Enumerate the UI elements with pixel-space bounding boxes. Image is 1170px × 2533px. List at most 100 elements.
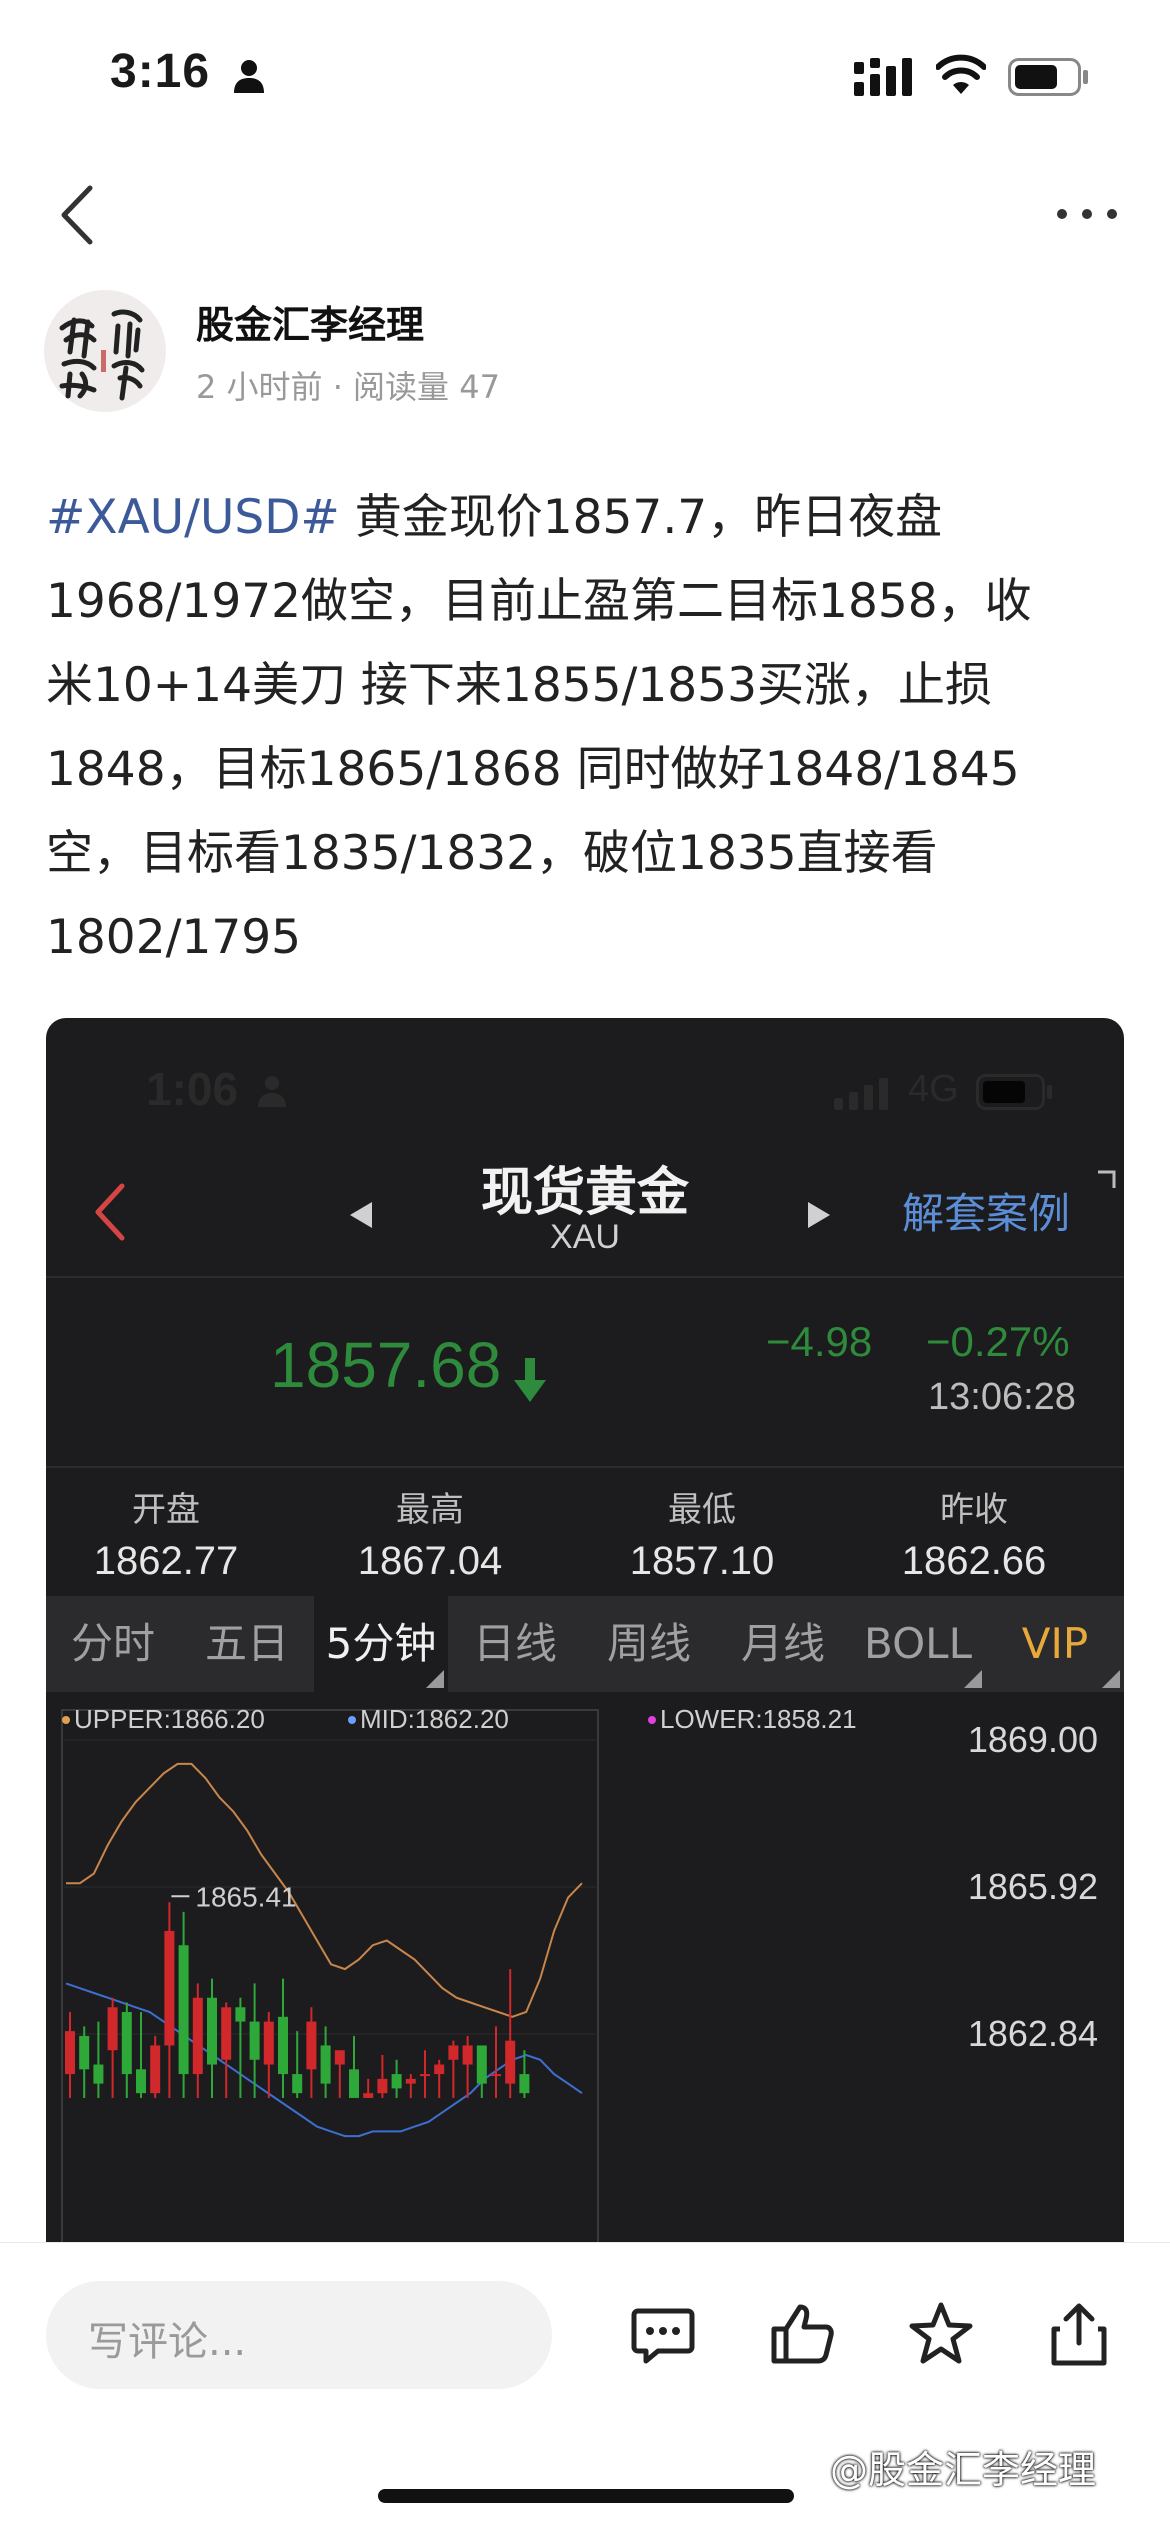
stat-label: 最低 <box>668 1490 736 1530</box>
tab-5min[interactable]: 5分钟 <box>314 1596 448 1692</box>
network-type: 4G <box>908 1068 959 1110</box>
upper-band-line <box>66 1762 583 2018</box>
candle-body <box>192 1997 203 2075</box>
post-line: 黄金现价1857.7，昨日夜盘 <box>339 490 943 545</box>
y-tick-label: 1862.84 <box>968 2013 1098 2054</box>
price-change-percent: −0.27% <box>926 1318 1070 1365</box>
candle-body <box>306 2021 317 2070</box>
stat-value: 1867.04 <box>357 1539 503 1583</box>
candle-body <box>207 1997 217 2065</box>
legend-label: MID:1862.20 <box>360 1704 509 1734</box>
candle-body <box>448 2045 459 2060</box>
candle-body <box>505 2040 516 2084</box>
stat-prev-close: 昨收 1862.66 <box>844 1482 1104 1584</box>
calligraphy-logo-icon <box>59 309 145 401</box>
battery-icon <box>1008 58 1088 96</box>
candle-body <box>491 2074 501 2077</box>
candle-body <box>391 2074 402 2089</box>
quote-time: 13:06:28 <box>928 1376 1076 1418</box>
candle-body <box>107 2007 118 2051</box>
candle-body <box>434 2064 445 2075</box>
embedded-screenshot[interactable]: 1:06 4G 现货黄金 XAU 解套案例 1857.68 −4.98 −0.2… <box>46 1018 1124 2248</box>
legend-dot <box>62 1716 70 1724</box>
dropdown-corner-icon <box>1102 1670 1120 1688</box>
post-line: 1848，目标1865/1868 同时做好1848/1845 <box>46 742 1020 797</box>
share-icon[interactable] <box>1044 2299 1114 2369</box>
tab-daily[interactable]: 日线 <box>448 1596 582 1692</box>
tab-label: VIP <box>1021 1619 1089 1668</box>
candle-body <box>221 2007 232 2060</box>
post-meta: 2 小时前 · 阅读量 47 <box>196 368 500 406</box>
cellular-signal-icon <box>834 1078 888 1110</box>
candle-body <box>79 2035 90 2070</box>
comment-placeholder: 写评论... <box>88 2319 247 2365</box>
author-name[interactable]: 股金汇李经理 <box>196 294 424 349</box>
tab-monthly[interactable]: 月线 <box>716 1596 850 1692</box>
legend-label: UPPER:1866.20 <box>74 1704 265 1734</box>
comment-icon[interactable] <box>628 2299 698 2369</box>
status-time: 3:16 <box>110 45 211 98</box>
candle-body <box>121 2012 132 2075</box>
divider <box>46 1276 1124 1278</box>
tab-five-day[interactable]: 五日 <box>180 1596 314 1692</box>
divider <box>46 1466 1124 1468</box>
tab-weekly[interactable]: 周线 <box>582 1596 716 1692</box>
battery-icon <box>976 1074 1052 1110</box>
candle-body <box>136 2069 146 2094</box>
candle-body <box>476 2045 487 2084</box>
like-icon[interactable] <box>768 2299 838 2369</box>
stat-label: 开盘 <box>132 1490 200 1530</box>
avatar[interactable] <box>44 290 166 412</box>
candle-body <box>93 2064 104 2084</box>
post-line: 空，目标看1835/1832，破位1835直接看 <box>46 826 938 881</box>
stat-label: 最高 <box>396 1490 464 1530</box>
candle-body <box>292 2074 303 2094</box>
tab-label: 5分钟 <box>325 1619 437 1668</box>
stat-value: 1857.10 <box>629 1539 775 1583</box>
tab-vip[interactable]: VIP <box>986 1596 1124 1692</box>
topic-tag[interactable]: #XAU/USD# <box>46 490 340 545</box>
down-arrow-icon <box>514 1358 546 1402</box>
tab-label: BOLL <box>864 1619 972 1668</box>
home-indicator[interactable] <box>378 2489 794 2503</box>
post-line: 1968/1972做空，目前止盈第二目标1858，收 <box>46 574 1032 629</box>
post-line: 1802/1795 <box>46 910 302 965</box>
case-study-link[interactable]: 解套案例 <box>902 1180 1070 1241</box>
person-icon <box>258 1076 286 1107</box>
candle-body <box>164 1930 175 2046</box>
person-icon <box>234 60 264 93</box>
plot-frame <box>61 1709 599 2248</box>
post-line: 米10+14美刀 接下来1855/1853买涨，止损 <box>46 658 992 713</box>
peak-annotation: 1865.41 <box>195 1881 296 1912</box>
watermark-text: @股金汇李经理 <box>830 2448 1097 2492</box>
tab-boll[interactable]: BOLL <box>850 1596 986 1692</box>
stat-high: 最高 1867.04 <box>300 1482 560 1584</box>
candle-body <box>462 2045 473 2065</box>
favorite-star-icon[interactable] <box>906 2299 976 2369</box>
dropdown-corner-icon <box>426 1670 444 1688</box>
candle-body <box>349 2069 359 2098</box>
candlestick-chart[interactable]: 1869.00 1865.92 1862.84 UPPER:1866.20 MID:18… <box>46 1694 1124 2248</box>
candle-body <box>377 2078 388 2094</box>
dropdown-corner-icon <box>964 1670 982 1688</box>
candle-body <box>405 2078 416 2084</box>
expand-icon <box>1098 1170 1116 1188</box>
cellular-signal-icon <box>854 58 912 96</box>
candle-body <box>420 2074 430 2077</box>
more-options-button[interactable] <box>1052 196 1122 232</box>
y-tick-label: 1865.92 <box>968 1866 1098 1907</box>
price-change: −4.98 <box>766 1318 873 1365</box>
candle-body <box>178 1945 189 2075</box>
current-price: 1857.68 <box>270 1329 502 1401</box>
next-instrument-button[interactable] <box>802 1198 836 1232</box>
candle-body <box>249 2021 260 2060</box>
comment-input[interactable]: 写评论... <box>46 2281 552 2389</box>
candle-body <box>334 2050 345 2065</box>
stat-open: 开盘 1862.77 <box>46 1482 296 1584</box>
tab-intraday[interactable]: 分时 <box>46 1596 180 1692</box>
post-body: #XAU/USD# 黄金现价1857.7，昨日夜盘 1968/1972做空，目前… <box>46 476 1126 980</box>
back-button[interactable] <box>50 180 106 250</box>
candle-body <box>363 2093 374 2098</box>
y-tick-label: 1869.00 <box>968 1719 1098 1760</box>
candle-body <box>150 2045 161 2094</box>
